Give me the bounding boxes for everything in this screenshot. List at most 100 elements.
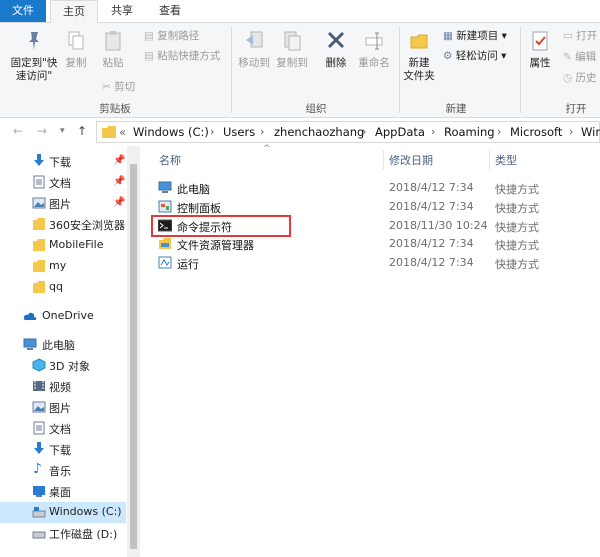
new-folder-label-line2: 文件夹 xyxy=(403,70,435,82)
file-row[interactable]: 文件资源管理器 2018/4/12 7:34 快捷方式 xyxy=(151,235,600,253)
organize-group-label: 组织 xyxy=(305,103,327,115)
column-header-date[interactable]: 修改日期 xyxy=(389,152,433,168)
open-button[interactable]: ▭ 打开 xyxy=(563,29,597,43)
cut-button[interactable]: ✂ 剪切 xyxy=(102,80,135,94)
sidebar-item-downloads[interactable]: 下载 xyxy=(0,439,126,460)
sidebar-item-pictures-quick[interactable]: 图片 📌 xyxy=(0,193,126,214)
paste-shortcut-button[interactable]: ▤ 粘贴快捷方式 xyxy=(144,49,220,63)
forward-arrow-icon[interactable]: → xyxy=(37,124,47,138)
tab-share[interactable]: 共享 xyxy=(100,0,144,22)
breadcrumb-appdata[interactable]: AppData xyxy=(375,125,425,139)
pin-icon xyxy=(29,32,39,50)
breadcrumb-separator-icon[interactable]: › xyxy=(260,125,264,138)
sidebar-item-downloads-quick[interactable]: 下载 📌 xyxy=(0,151,126,172)
breadcrumb-roaming[interactable]: Roaming xyxy=(444,125,495,139)
open-group-label: 打开 xyxy=(565,103,587,115)
sidebar-item-label: 图片 xyxy=(49,402,71,415)
tab-home[interactable]: 主页 xyxy=(50,0,98,23)
properties-button[interactable]: 属性 xyxy=(524,29,556,70)
file-row[interactable]: 控制面板 2018/4/12 7:34 快捷方式 xyxy=(151,198,600,216)
copy-to-button[interactable]: 复制到 xyxy=(274,29,310,70)
sidebar-item-videos[interactable]: 视频 xyxy=(0,376,126,397)
breadcrumb-separator-icon[interactable]: › xyxy=(210,125,214,138)
breadcrumb-overflow[interactable]: « xyxy=(119,125,126,139)
file-type: 快捷方式 xyxy=(495,239,539,252)
address-bar[interactable]: « Windows (C:) › Users › zhenchaozhang ›… xyxy=(96,121,600,143)
paste-button[interactable]: 粘贴 xyxy=(98,29,128,70)
sidebar-item-label: 图片 xyxy=(49,198,71,211)
sidebar-item-my[interactable]: my xyxy=(0,256,126,277)
tab-view[interactable]: 查看 xyxy=(148,0,192,22)
annotation-highlight-box xyxy=(151,215,291,237)
breadcrumb-username[interactable]: zhenchaozhang xyxy=(274,125,364,139)
file-type: 快捷方式 xyxy=(495,258,539,271)
column-header-name[interactable]: 名称 xyxy=(159,152,181,168)
dropdown-arrow-icon: ▾ xyxy=(501,30,507,42)
file-type: 快捷方式 xyxy=(495,183,539,196)
sidebar-item-3d-objects[interactable]: 3D 对象 xyxy=(0,355,126,376)
breadcrumb-drive[interactable]: Windows (C:) xyxy=(133,125,209,139)
breadcrumb-separator-icon[interactable]: › xyxy=(569,125,573,138)
breadcrumb-users[interactable]: Users xyxy=(223,125,255,139)
file-row[interactable]: 运行 2018/4/12 7:34 快捷方式 xyxy=(151,254,600,272)
cloud-icon xyxy=(23,312,37,320)
column-header-type[interactable]: 类型 xyxy=(495,152,517,168)
sidebar-item-documents-quick[interactable]: 文档 📌 xyxy=(0,172,126,193)
new-folder-button[interactable]: 新建 文件夹 xyxy=(400,29,438,83)
recent-locations-chevron-icon[interactable]: ▾ xyxy=(60,126,65,136)
drive-icon xyxy=(32,531,46,539)
navigation-bar: ← → ▾ ↑ « Windows (C:) › Users › zhencha… xyxy=(0,118,600,146)
file-row[interactable]: 此电脑 2018/4/12 7:34 快捷方式 xyxy=(151,179,600,197)
move-to-label: 移动到 xyxy=(238,57,270,69)
document-icon xyxy=(33,421,45,435)
sidebar-item-onedrive[interactable]: OneDrive xyxy=(0,306,126,327)
breadcrumb-separator-icon[interactable]: › xyxy=(431,125,435,138)
document-icon xyxy=(33,175,45,189)
new-folder-icon xyxy=(410,34,428,49)
breadcrumb-separator-icon[interactable]: › xyxy=(362,125,366,138)
breadcrumb-windows[interactable]: Win xyxy=(581,125,600,139)
sidebar-item-windows-c[interactable]: Windows (C:) xyxy=(0,502,126,523)
sidebar-item-music[interactable]: ♪ 音乐 xyxy=(0,460,126,481)
download-icon xyxy=(34,154,44,166)
control-panel-shortcut-icon xyxy=(158,200,172,213)
move-to-button[interactable]: 移动到 xyxy=(236,29,272,70)
sidebar-item-label: MobileFile xyxy=(49,238,104,251)
sidebar-item-desktop[interactable]: 桌面 xyxy=(0,481,126,502)
breadcrumb-microsoft[interactable]: Microsoft xyxy=(510,125,562,139)
easy-access-button[interactable]: ⚙ 轻松访问 ▾ xyxy=(443,49,506,63)
folder-icon xyxy=(33,239,45,251)
column-divider[interactable] xyxy=(383,150,384,170)
pin-label-line2: 速访问" xyxy=(15,70,53,82)
copy-icon xyxy=(68,31,84,50)
sidebar-item-360-browser[interactable]: 360安全浏览器 xyxy=(0,214,126,235)
new-item-button[interactable]: ▦ 新建项目 ▾ xyxy=(443,29,507,43)
copy-button[interactable]: 复制 xyxy=(62,29,90,70)
breadcrumb-separator-icon[interactable]: › xyxy=(497,125,501,138)
history-button[interactable]: ◷ 历史 xyxy=(563,71,597,85)
up-arrow-icon[interactable]: ↑ xyxy=(77,124,87,138)
clipboard-group-label: 剪贴板 xyxy=(99,103,131,115)
file-date: 2018/4/12 7:34 xyxy=(389,256,474,269)
column-divider[interactable] xyxy=(489,150,490,170)
cube-icon xyxy=(32,358,46,372)
file-date: 2018/11/30 10:24 xyxy=(389,219,488,232)
file-name: 文件资源管理器 xyxy=(177,239,254,252)
delete-button[interactable]: 删除 xyxy=(320,29,352,70)
new-folder-label-line1: 新建 xyxy=(408,57,430,69)
sidebar-scrollbar-thumb[interactable] xyxy=(130,164,137,549)
rename-button[interactable]: 重命名 xyxy=(354,29,394,70)
sidebar-item-documents[interactable]: 文档 xyxy=(0,418,126,439)
sidebar-item-this-pc[interactable]: 此电脑 xyxy=(0,334,126,355)
copy-path-button[interactable]: ▤ 复制路径 xyxy=(144,29,199,43)
rename-icon xyxy=(365,32,383,50)
tab-file[interactable]: 文件 xyxy=(0,0,46,22)
sidebar-item-pictures[interactable]: 图片 xyxy=(0,397,126,418)
sidebar-item-mobilefile[interactable]: MobileFile xyxy=(0,235,126,256)
edit-button[interactable]: ✎ 编辑 xyxy=(563,50,596,64)
sidebar-item-work-disk-d[interactable]: 工作磁盘 (D:) xyxy=(0,523,126,544)
back-arrow-icon[interactable]: ← xyxy=(13,124,23,138)
sidebar-item-qq[interactable]: qq xyxy=(0,277,126,298)
pin-icon: 📌 xyxy=(113,176,126,187)
pin-quick-access-button[interactable]: 固定到"快 速访问" xyxy=(4,29,64,83)
